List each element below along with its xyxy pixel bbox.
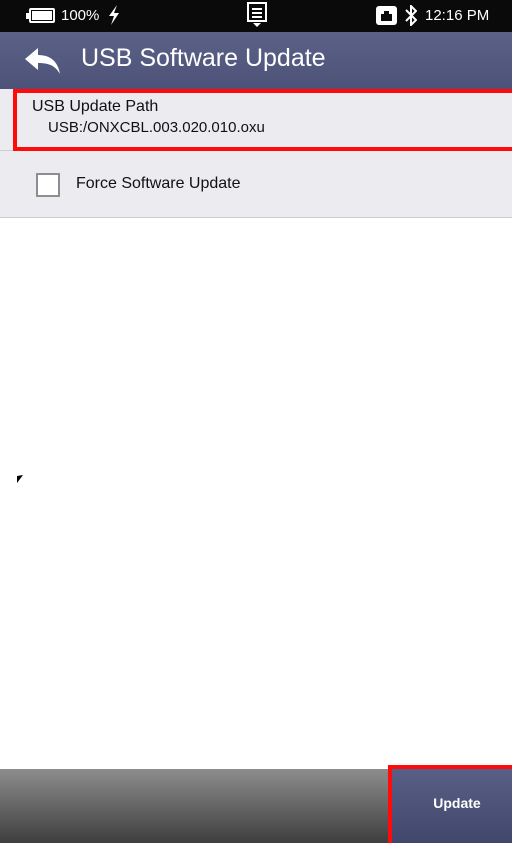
usb-update-path-item[interactable]: USB Update Path USB:/ONXCBL.003.020.010.…	[0, 89, 512, 151]
charging-icon	[109, 5, 119, 25]
force-update-label: Force Software Update	[76, 175, 241, 192]
update-button[interactable]: Update	[388, 765, 512, 843]
force-software-update-item[interactable]: Force Software Update	[0, 151, 512, 218]
app-bar: USB Software Update	[0, 32, 512, 89]
ethernet-icon	[376, 6, 397, 25]
usb-update-path-value: USB:/ONXCBL.003.020.010.oxu	[48, 119, 265, 136]
bluetooth-icon	[405, 5, 417, 26]
usb-update-path-label: USB Update Path	[32, 98, 159, 115]
battery-level-fill	[32, 11, 52, 20]
page-title: USB Software Update	[81, 44, 326, 72]
back-arrow-icon[interactable]	[24, 46, 62, 76]
notification-icon	[247, 2, 267, 27]
force-update-checkbox[interactable]	[36, 173, 60, 197]
battery-percent: 100%	[61, 7, 100, 24]
update-button-label: Update	[433, 795, 481, 811]
battery-icon	[26, 8, 55, 23]
clock: 12:16 PM	[425, 7, 490, 24]
cursor-mark-icon	[17, 475, 23, 483]
status-bar: 100% 12:16 PM	[0, 0, 512, 32]
